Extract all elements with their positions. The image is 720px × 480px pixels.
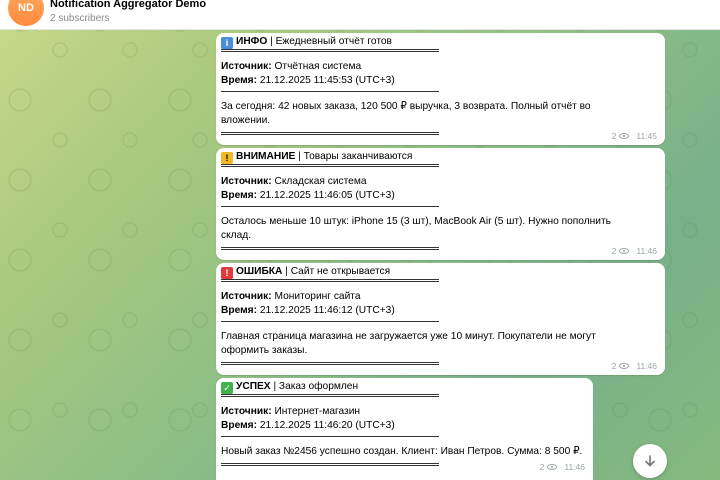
- subscriber-count: 2 subscribers: [50, 13, 110, 24]
- time-value: 21.12.2025 11:45:53 (UTC+3): [259, 75, 395, 86]
- message-body: Новый заказ №2456 успешно создан. Клиент…: [221, 446, 583, 457]
- source-label: Источник:: [221, 406, 272, 417]
- message-title: | Ежедневный отчёт готов: [270, 36, 392, 47]
- channel-title: Notification Aggregator Demo: [50, 0, 207, 10]
- divider: [221, 362, 439, 365]
- message-title: | Товары заканчиваются: [298, 151, 413, 162]
- eye-icon: [619, 363, 630, 369]
- eye-icon: [547, 464, 558, 470]
- message-bubble[interactable]: ✓ УСПЕХ | Заказ оформлен Источник: Интерн…: [216, 378, 593, 480]
- view-count: 2: [611, 131, 617, 141]
- message-time: 11:46: [564, 462, 585, 472]
- message-level: ИНФО: [236, 36, 268, 47]
- time-value: 21.12.2025 11:46:20 (UTC+3): [259, 420, 395, 431]
- view-count: 2: [539, 462, 545, 472]
- message-meta: 2 11:45: [612, 129, 657, 143]
- time-label: Время:: [221, 305, 257, 316]
- divider: [221, 132, 439, 135]
- message-body: Осталось меньше 10 штук: iPhone 15 (3 шт…: [221, 216, 611, 241]
- source-label: Источник:: [221, 291, 272, 302]
- message-body: За сегодня: 42 новых заказа, 120 500 ₽ в…: [221, 101, 591, 126]
- message-bubble[interactable]: ! ОШИБКА | Сайт не открывается Источник: …: [216, 263, 665, 375]
- message-bubble[interactable]: ! ВНИМАНИЕ | Товары заканчиваются Источни…: [216, 148, 665, 260]
- time-label: Время:: [221, 420, 257, 431]
- message-meta: 2 11:46: [540, 460, 585, 474]
- scroll-to-bottom-button[interactable]: [633, 444, 667, 478]
- message-meta: 2 11:46: [612, 359, 657, 373]
- time-value: 21.12.2025 11:46:12 (UTC+3): [259, 305, 395, 316]
- check-icon: ✓: [221, 382, 233, 394]
- source-label: Источник:: [221, 61, 272, 72]
- time-label: Время:: [221, 75, 257, 86]
- time-value: 21.12.2025 11:46:05 (UTC+3): [259, 190, 395, 201]
- divider: [221, 463, 439, 466]
- warning-icon: !: [221, 152, 233, 164]
- message-title: | Заказ оформлен: [273, 381, 359, 392]
- time-label: Время:: [221, 190, 257, 201]
- view-count: 2: [611, 361, 617, 371]
- divider: [221, 91, 439, 92]
- divider: [221, 321, 439, 322]
- divider: [221, 436, 439, 437]
- source-value: Складская система: [274, 176, 367, 187]
- divider: [221, 247, 439, 250]
- message-time: 11:45: [636, 131, 657, 141]
- source-value: Отчётная система: [274, 61, 362, 72]
- source-label: Источник:: [221, 176, 272, 187]
- message-title: | Сайт не открывается: [285, 266, 391, 277]
- message-bubble[interactable]: i ИНФО | Ежедневный отчёт готов Источник:…: [216, 33, 665, 145]
- channel-info[interactable]: Notification Aggregator Demo 2 subscribe…: [50, 0, 206, 25]
- message-body: Главная страница магазина не загружается…: [221, 331, 596, 356]
- channel-avatar[interactable]: ND: [8, 0, 44, 26]
- source-value: Мониторинг сайта: [274, 291, 361, 302]
- message-time: 11:46: [636, 246, 657, 256]
- alarm-icon: !: [221, 267, 233, 279]
- message-level: ВНИМАНИЕ: [236, 151, 296, 162]
- view-count: 2: [611, 246, 617, 256]
- source-value: Интернет-магазин: [274, 406, 361, 417]
- message-meta: 2 11:46: [612, 244, 657, 258]
- message-time: 11:46: [636, 361, 657, 371]
- message-level: ОШИБКА: [236, 266, 283, 277]
- info-icon: i: [221, 37, 233, 49]
- eye-icon: [619, 248, 630, 254]
- divider: [221, 206, 439, 207]
- arrow-down-icon: [645, 455, 655, 467]
- eye-icon: [619, 133, 630, 139]
- message-level: УСПЕХ: [236, 381, 271, 392]
- chat-header[interactable]: ND Notification Aggregator Demo 2 subscr…: [0, 0, 720, 30]
